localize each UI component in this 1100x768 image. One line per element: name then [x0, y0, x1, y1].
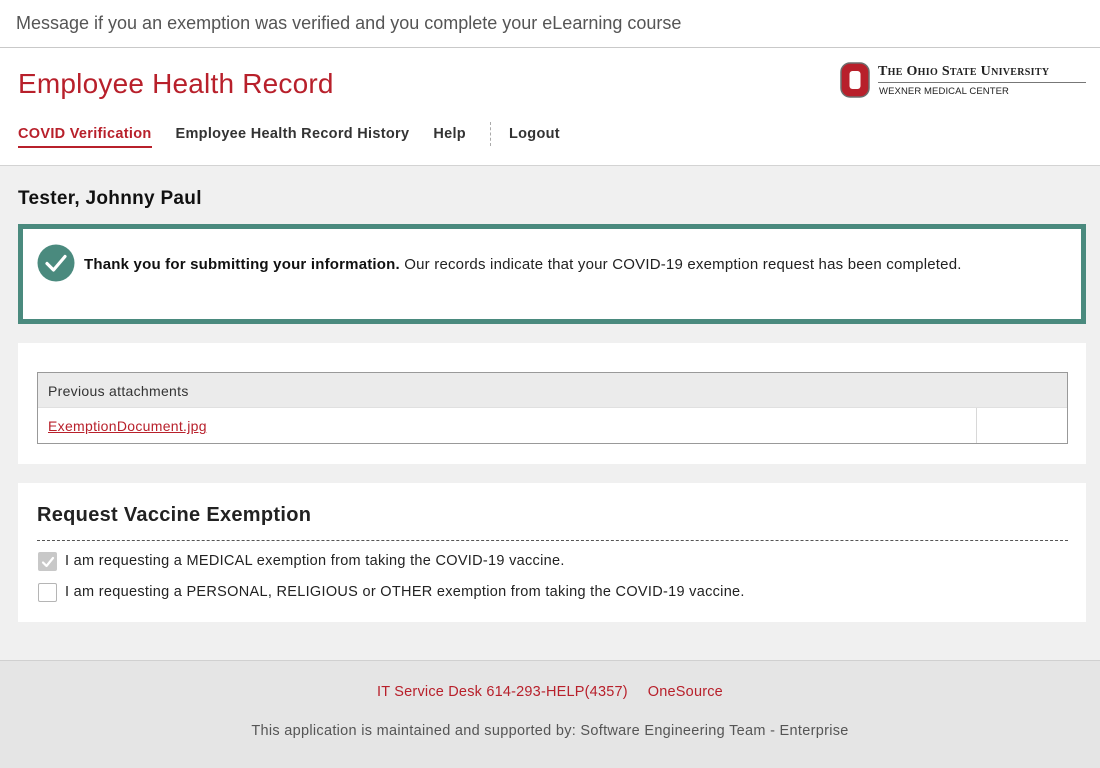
personal-exemption-label: I am requesting a PERSONAL, RELIGIOUS or… — [65, 584, 745, 600]
block-o-logo-icon — [840, 62, 870, 98]
app-header: Employee Health Record The Ohio State Un… — [0, 48, 1100, 166]
success-alert: Thank you for submitting your informatio… — [18, 224, 1086, 324]
nav-health-record-history[interactable]: Employee Health Record History — [176, 126, 410, 146]
attachments-table: Previous attachments ExemptionDocument.j… — [37, 372, 1068, 444]
attachments-header: Previous attachments — [38, 373, 1067, 408]
alert-message-bold: Thank you for submitting your informatio… — [84, 256, 400, 273]
university-name: The Ohio State University — [878, 64, 1050, 79]
attachments-panel: Previous attachments ExemptionDocument.j… — [18, 343, 1086, 464]
medical-exemption-checkbox[interactable] — [38, 551, 57, 571]
personal-exemption-checkbox[interactable] — [38, 582, 57, 602]
checkmark-icon — [41, 556, 55, 567]
alert-message: Thank you for submitting your informatio… — [84, 253, 1074, 276]
table-row: ExemptionDocument.jpg — [38, 408, 1067, 443]
nav-logout[interactable]: Logout — [509, 126, 560, 146]
footer-links: IT Service Desk 614-293-HELP(4357) OneSo… — [0, 684, 1100, 700]
exemption-divider — [37, 540, 1068, 541]
attachment-link[interactable]: ExemptionDocument.jpg — [48, 418, 207, 434]
cell-divider — [976, 408, 977, 443]
main-nav: COVID Verification Employee Health Recor… — [18, 122, 584, 150]
exemption-panel: Request Vaccine Exemption I am requestin… — [18, 483, 1086, 622]
nav-covid-verification[interactable]: COVID Verification — [18, 126, 152, 148]
medical-exemption-option[interactable]: I am requesting a MEDICAL exemption from… — [38, 551, 565, 571]
nav-divider — [489, 122, 491, 146]
user-name: Tester, Johnny Paul — [18, 188, 202, 209]
attachments-header-label: Previous attachments — [48, 383, 189, 399]
personal-exemption-option[interactable]: I am requesting a PERSONAL, RELIGIOUS or… — [38, 582, 745, 602]
exemption-title: Request Vaccine Exemption — [37, 504, 312, 526]
nav-help[interactable]: Help — [433, 126, 466, 146]
check-circle-icon — [37, 244, 75, 282]
medical-exemption-label: I am requesting a MEDICAL exemption from… — [65, 553, 565, 569]
logo-divider — [878, 82, 1086, 83]
caption-text: Message if you an exemption was verified… — [16, 13, 682, 33]
page-footer: IT Service Desk 614-293-HELP(4357) OneSo… — [0, 660, 1100, 768]
app-title: Employee Health Record — [18, 68, 334, 99]
onesource-link[interactable]: OneSource — [648, 684, 723, 700]
footer-note: This application is maintained and suppo… — [251, 723, 849, 739]
it-service-desk-link[interactable]: IT Service Desk 614-293-HELP(4357) — [377, 684, 628, 700]
medical-center-name: WEXNER MEDICAL CENTER — [879, 86, 1010, 97]
university-logo[interactable]: The Ohio State University WEXNER MEDICAL… — [840, 62, 1088, 100]
alert-message-body: Our records indicate that your COVID-19 … — [399, 256, 962, 273]
caption-bar: Message if you an exemption was verified… — [0, 0, 1100, 48]
